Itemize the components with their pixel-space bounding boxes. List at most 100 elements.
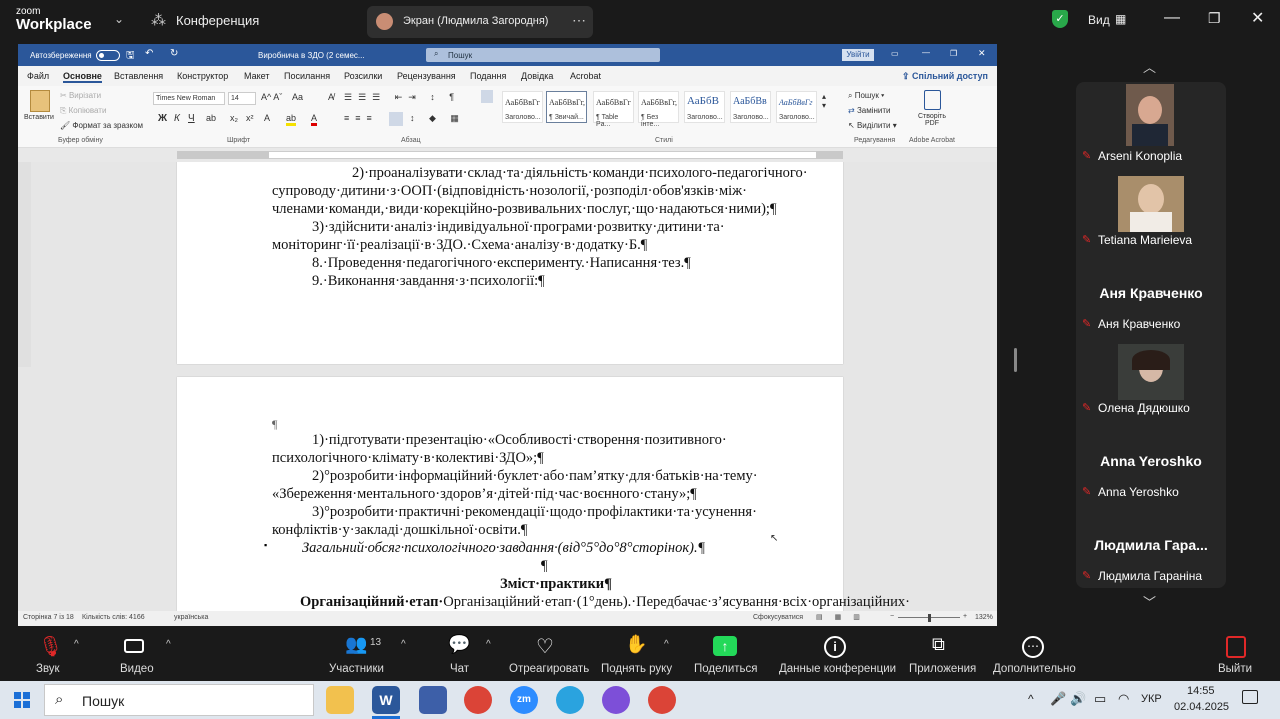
react-button[interactable]: Отреагировать bbox=[509, 663, 589, 675]
doc-line[interactable]: Загальний·обсяг·психологічного·завдання·… bbox=[302, 540, 705, 557]
tab-layout[interactable]: Макет bbox=[244, 71, 269, 81]
zoom-out-icon[interactable]: − bbox=[890, 613, 894, 620]
participant-tile[interactable]: ✎ Tetiana Marieieva bbox=[1076, 166, 1226, 250]
view-mode-icons[interactable]: ▤▦▥ bbox=[816, 613, 872, 621]
list-icons[interactable]: ☰☰☰ ⇤⇥ ↕ ¶ bbox=[344, 92, 460, 103]
style-item[interactable]: АаБбВвГг Заголово... bbox=[776, 91, 817, 123]
doc-line[interactable]: моніторинг·її·реалізації·в·ЗДО.·Схема·ан… bbox=[272, 237, 647, 254]
share-button[interactable]: Поделиться bbox=[694, 663, 758, 675]
volume-icon[interactable]: 🔊 bbox=[1070, 691, 1086, 707]
close-icon[interactable]: ✕ bbox=[1251, 8, 1264, 28]
microphone-icon[interactable]: 🎤 bbox=[1050, 691, 1066, 707]
style-item[interactable]: АаБбВв Заголово... bbox=[730, 91, 771, 123]
wifi-icon[interactable]: ◠ bbox=[1118, 691, 1129, 707]
doc-line[interactable]: 1)·підготувати·презентацію·«Особливості·… bbox=[272, 432, 816, 449]
view-button[interactable]: Вид bbox=[1088, 13, 1110, 27]
select-button[interactable]: ↖ Виділити ▾ bbox=[848, 121, 897, 130]
windows-start-icon[interactable] bbox=[14, 692, 30, 708]
doc-title[interactable]: Виробнича в ЗДО (2 семес... bbox=[258, 51, 365, 60]
redo-icon[interactable]: ↻ bbox=[170, 48, 178, 59]
chevron-up-icon[interactable]: ^ bbox=[664, 639, 669, 650]
font-size-select[interactable]: 14 bbox=[228, 92, 256, 105]
minimize-icon[interactable]: — bbox=[1164, 9, 1180, 27]
chat-button[interactable]: Чат bbox=[450, 663, 469, 675]
chrome-icon[interactable] bbox=[648, 686, 676, 714]
scroll-up-icon[interactable]: ︿ bbox=[1143, 57, 1156, 76]
audio-button[interactable]: Звук bbox=[36, 663, 60, 675]
viber-icon[interactable] bbox=[602, 686, 630, 714]
apps-icon[interactable]: ⧉ bbox=[932, 634, 945, 655]
info-icon[interactable]: i bbox=[824, 636, 846, 658]
doc-line[interactable]: 9.·Виконання·завдання·з·психології:¶ bbox=[312, 273, 545, 290]
style-item[interactable]: АаБбВвГг, ¶ Без інте... bbox=[638, 91, 679, 128]
chevron-down-icon[interactable]: ⌄ bbox=[114, 12, 124, 26]
close-icon[interactable]: ✕ bbox=[978, 48, 986, 59]
share-button[interactable]: ⇪ Спільний доступ bbox=[902, 71, 988, 82]
restore-icon[interactable]: ❐ bbox=[1208, 10, 1221, 27]
participants-button[interactable]: Участники bbox=[329, 663, 384, 675]
scroll-down-icon[interactable]: ﹀ bbox=[1143, 592, 1156, 611]
doc-line[interactable]: ¶ bbox=[272, 417, 277, 432]
word-icon[interactable]: W bbox=[372, 686, 400, 714]
participants-icon[interactable]: 👥 bbox=[345, 634, 367, 655]
show-marks-icon[interactable] bbox=[481, 90, 493, 103]
chat-icon[interactable]: 💬 bbox=[448, 634, 470, 655]
share-screen-icon[interactable]: ↑ bbox=[713, 636, 737, 656]
font-grow-icon[interactable]: A^ Aˇ bbox=[261, 92, 282, 102]
chevron-up-icon[interactable]: ^ bbox=[486, 639, 491, 650]
superscript-icon[interactable]: x² bbox=[246, 113, 254, 123]
language-indicator[interactable]: українська bbox=[174, 614, 208, 621]
participant-tile[interactable]: ✎ Олена Дядюшко bbox=[1076, 334, 1226, 418]
clock-date[interactable]: 02.04.2025 bbox=[1174, 701, 1229, 713]
participant-tile[interactable]: Людмила Гара... ✎ Людмила Гаранiна bbox=[1076, 502, 1226, 586]
zoom-slider-thumb[interactable] bbox=[928, 614, 931, 622]
find-button[interactable]: ⌕ Пошук ▾ bbox=[848, 91, 884, 101]
hand-icon[interactable]: ✋ bbox=[625, 634, 647, 655]
chevron-up-icon[interactable]: ^ bbox=[1028, 692, 1034, 706]
bold-icon[interactable]: Ж bbox=[158, 113, 167, 124]
italic-icon[interactable]: К bbox=[174, 113, 180, 124]
undo-icon[interactable]: ↶ bbox=[145, 48, 153, 59]
save-icon[interactable]: 🖫 bbox=[126, 48, 135, 65]
leave-button[interactable]: Выйти bbox=[1218, 663, 1252, 675]
more-icon[interactable]: ⋯ bbox=[1022, 636, 1044, 658]
replace-button[interactable]: ⇄ Замінити bbox=[848, 106, 891, 115]
create-pdf-icon[interactable] bbox=[924, 90, 941, 110]
change-case-icon[interactable]: Aa bbox=[292, 92, 303, 102]
tab-file[interactable]: Файл bbox=[27, 71, 49, 81]
doc-line[interactable]: 3)°розробити·практичні·рекомендації·щодо… bbox=[272, 504, 816, 521]
zoom-in-icon[interactable]: + bbox=[963, 613, 967, 620]
tab-home[interactable]: Основне bbox=[63, 71, 102, 83]
text-effects-icon[interactable]: A bbox=[264, 113, 270, 123]
telegram-icon[interactable] bbox=[556, 686, 584, 714]
cut-button[interactable]: ✂ Вирізати bbox=[60, 91, 101, 100]
doc-line[interactable]: 8.·Проведення·педагогічного·експерименту… bbox=[312, 255, 691, 272]
tab-references[interactable]: Посилання bbox=[284, 71, 330, 81]
meeting-title[interactable]: Конференция bbox=[176, 13, 259, 28]
video-icon[interactable] bbox=[124, 639, 144, 653]
file-explorer-icon[interactable] bbox=[326, 686, 354, 714]
doc-line[interactable]: 3)·здійснити·аналіз·індивідуальної·прогр… bbox=[272, 219, 816, 236]
signin-button[interactable]: Увійти bbox=[842, 49, 874, 61]
zoom-level[interactable]: 132% bbox=[975, 614, 993, 621]
doc-line[interactable]: 2)°розробити·інформаційний·буклет·або·па… bbox=[272, 468, 816, 485]
format-painter-button[interactable]: 🖌 Формат за зразком bbox=[60, 121, 143, 130]
tab-mailings[interactable]: Розсилки bbox=[344, 71, 382, 81]
style-item[interactable]: АаБбВвГг, ¶ Звичай... bbox=[546, 91, 587, 123]
strikethrough-icon[interactable]: ab bbox=[206, 113, 216, 123]
tab-insert[interactable]: Вставлення bbox=[114, 71, 163, 81]
leave-icon[interactable] bbox=[1226, 636, 1246, 658]
battery-icon[interactable]: ▭ bbox=[1094, 691, 1106, 707]
autosave-toggle[interactable] bbox=[96, 50, 120, 61]
section-heading[interactable]: Зміст·практики¶ bbox=[500, 576, 612, 593]
save-app-icon[interactable] bbox=[419, 686, 447, 714]
tab-review[interactable]: Рецензування bbox=[397, 71, 456, 81]
underline-icon[interactable]: Ч bbox=[188, 113, 195, 124]
grid-icon[interactable]: ▦ bbox=[1115, 12, 1126, 26]
restore-icon[interactable]: ❐ bbox=[950, 49, 957, 58]
keyboard-language[interactable]: УКР bbox=[1141, 693, 1162, 705]
tab-acrobat[interactable]: Acrobat bbox=[570, 71, 601, 81]
shield-icon[interactable]: ✓ bbox=[1052, 10, 1068, 28]
doc-line[interactable]: «Збереження·ментального·здоров’я·дітей·п… bbox=[272, 486, 697, 503]
doc-line[interactable]: психологічного·клімату·в·колективі·ЗДО»;… bbox=[272, 450, 544, 467]
